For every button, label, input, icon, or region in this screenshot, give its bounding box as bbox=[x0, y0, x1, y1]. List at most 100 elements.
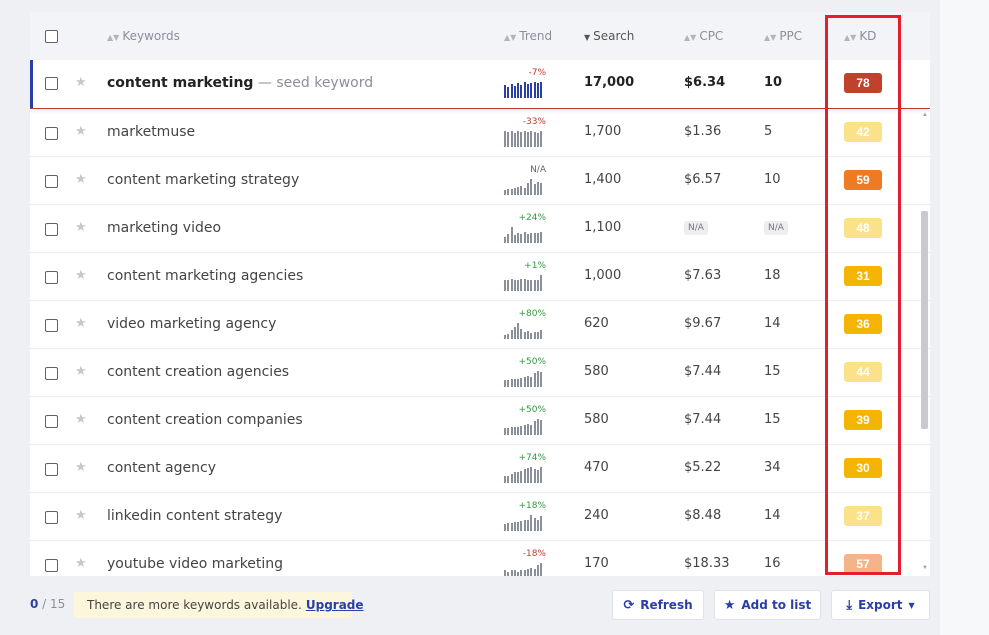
sparkline-bar bbox=[530, 83, 533, 98]
sparkline-bar bbox=[523, 520, 526, 531]
star-icon[interactable]: ★ bbox=[75, 219, 87, 235]
sparkline-bar bbox=[540, 131, 543, 147]
sparkline-bar bbox=[527, 132, 530, 147]
scrollbar-thumb[interactable] bbox=[921, 211, 928, 429]
search-volume: 470 bbox=[584, 460, 609, 475]
row-checkbox[interactable] bbox=[45, 127, 58, 140]
column-header-keywords[interactable]: ▲▼ Keywords bbox=[107, 29, 180, 43]
search-volume: 240 bbox=[584, 508, 609, 523]
more-keywords-notice: There are more keywords available. Upgrad… bbox=[74, 592, 364, 618]
table-row[interactable]: ★ marketing video +24% 1,100 N/A N/A 48 bbox=[30, 205, 930, 253]
sparkline-bar bbox=[536, 83, 539, 98]
scroll-down-icon[interactable]: ▼ bbox=[922, 565, 928, 571]
refresh-button[interactable]: ⟳ Refresh bbox=[612, 590, 704, 620]
keyword-cell: content creation companies bbox=[107, 412, 303, 428]
trend-sparkline bbox=[504, 82, 546, 98]
row-checkbox[interactable] bbox=[45, 415, 58, 428]
column-header-ppc[interactable]: ▲▼ PPC bbox=[764, 29, 802, 43]
sparkline-bar bbox=[530, 233, 533, 243]
ppc-value: 5 bbox=[764, 124, 773, 139]
table-row[interactable]: ★ video marketing agency +80% 620 $9.67 14 36 bbox=[30, 301, 930, 349]
star-icon[interactable]: ★ bbox=[75, 459, 87, 475]
trend-percent: +50% bbox=[518, 357, 546, 367]
table-row[interactable]: ★ content creation agencies +50% 580 $7.44 15… bbox=[30, 349, 930, 397]
upgrade-link[interactable]: Upgrade bbox=[306, 598, 364, 612]
sparkline-bar bbox=[527, 569, 530, 576]
search-volume: 580 bbox=[584, 364, 609, 379]
star-icon[interactable]: ★ bbox=[75, 507, 87, 523]
sparkline-bar bbox=[520, 521, 523, 531]
row-checkbox[interactable] bbox=[45, 271, 58, 284]
star-icon[interactable]: ★ bbox=[75, 171, 87, 187]
table-row[interactable]: ★ content agency +74% 470 $5.22 34 30 bbox=[30, 445, 930, 493]
sparkline-bar bbox=[530, 333, 533, 339]
table-row[interactable]: ★ content creation companies +50% 580 $7.44 1… bbox=[30, 397, 930, 445]
table-row[interactable]: ★ youtube video marketing -18% 170 $18.33 16 5… bbox=[30, 541, 930, 576]
sparkline-bar bbox=[533, 132, 536, 147]
ppc-value: 14 bbox=[764, 508, 781, 523]
export-button[interactable]: ⤓ Export ▼ bbox=[831, 590, 930, 620]
cpc-value: $1.36 bbox=[684, 124, 722, 139]
keyword-cell: video marketing agency bbox=[107, 316, 277, 332]
sparkline-bar bbox=[517, 379, 520, 387]
trend-percent: -7% bbox=[528, 68, 546, 78]
table-row[interactable]: ★ content marketing strategy N/A 1,400 $6.57… bbox=[30, 157, 930, 205]
row-checkbox[interactable] bbox=[45, 319, 58, 332]
sparkline-bar bbox=[527, 84, 530, 98]
trend-sparkline bbox=[504, 467, 546, 483]
search-volume: 1,100 bbox=[584, 220, 622, 235]
sparkline-bar bbox=[517, 472, 520, 483]
ppc-value: N/A bbox=[764, 221, 788, 235]
sparkline-bar bbox=[517, 323, 520, 339]
star-icon[interactable]: ★ bbox=[75, 267, 87, 283]
row-checkbox[interactable] bbox=[45, 559, 58, 572]
add-to-list-button[interactable]: ★ Add to list bbox=[714, 590, 821, 620]
table-row[interactable]: ★ content marketing agencies +1% 1,000 $7.63… bbox=[30, 253, 930, 301]
sparkline-bar bbox=[527, 234, 530, 243]
star-icon[interactable]: ★ bbox=[75, 74, 87, 90]
chevron-down-icon: ▼ bbox=[908, 600, 915, 610]
sparkline-bar bbox=[517, 572, 520, 576]
star-icon[interactable]: ★ bbox=[75, 411, 87, 427]
sort-icon: ▲▼ bbox=[107, 33, 120, 42]
row-checkbox[interactable] bbox=[45, 511, 58, 524]
row-checkbox[interactable] bbox=[45, 175, 58, 188]
table-row[interactable]: ★ linkedin content strategy +18% 240 $8.48 14… bbox=[30, 493, 930, 541]
sort-icon: ▲▼ bbox=[504, 33, 517, 42]
cpc-value: $9.67 bbox=[684, 316, 722, 331]
seed-keyword-row[interactable]: ★ content marketing — seed keyword -7% 1… bbox=[30, 60, 930, 109]
select-all-checkbox[interactable] bbox=[45, 30, 58, 43]
sparkline-bar bbox=[533, 469, 536, 483]
sparkline-bar bbox=[520, 471, 523, 483]
sparkline-bar bbox=[533, 518, 536, 531]
column-header-cpc[interactable]: ▲▼ CPC bbox=[684, 29, 723, 43]
sparkline-bar bbox=[517, 187, 520, 195]
column-header-trend[interactable]: ▲▼ Trend bbox=[504, 29, 552, 43]
row-checkbox[interactable] bbox=[45, 223, 58, 236]
star-icon[interactable]: ★ bbox=[75, 315, 87, 331]
sparkline-bar bbox=[520, 378, 523, 387]
row-checkbox[interactable] bbox=[45, 77, 58, 90]
sparkline-bar bbox=[527, 424, 530, 435]
column-header-search[interactable]: ▼ Search bbox=[584, 29, 634, 43]
star-icon[interactable]: ★ bbox=[75, 123, 87, 139]
sparkline-bar bbox=[513, 133, 516, 147]
sparkline-bar bbox=[523, 232, 526, 243]
sparkline-bar bbox=[513, 379, 516, 387]
row-checkbox[interactable] bbox=[45, 463, 58, 476]
keyword-cell: marketing video bbox=[107, 220, 222, 236]
trend-sparkline bbox=[504, 371, 546, 387]
sparkline-bar bbox=[523, 131, 526, 147]
sparkline-bar bbox=[533, 82, 536, 98]
sparkline-bar bbox=[510, 474, 513, 483]
sparkline-bar bbox=[540, 516, 543, 531]
sparkline-bar bbox=[520, 85, 523, 98]
star-icon[interactable]: ★ bbox=[75, 555, 87, 571]
search-volume: 1,700 bbox=[584, 124, 622, 139]
scroll-up-icon[interactable]: ▲ bbox=[922, 112, 928, 118]
sparkline-bar bbox=[530, 280, 533, 291]
sparkline-bar bbox=[504, 335, 506, 339]
table-row[interactable]: ★ marketmuse -33% 1,700 $1.36 5 42 bbox=[30, 109, 930, 157]
row-checkbox[interactable] bbox=[45, 367, 58, 380]
star-icon[interactable]: ★ bbox=[75, 363, 87, 379]
